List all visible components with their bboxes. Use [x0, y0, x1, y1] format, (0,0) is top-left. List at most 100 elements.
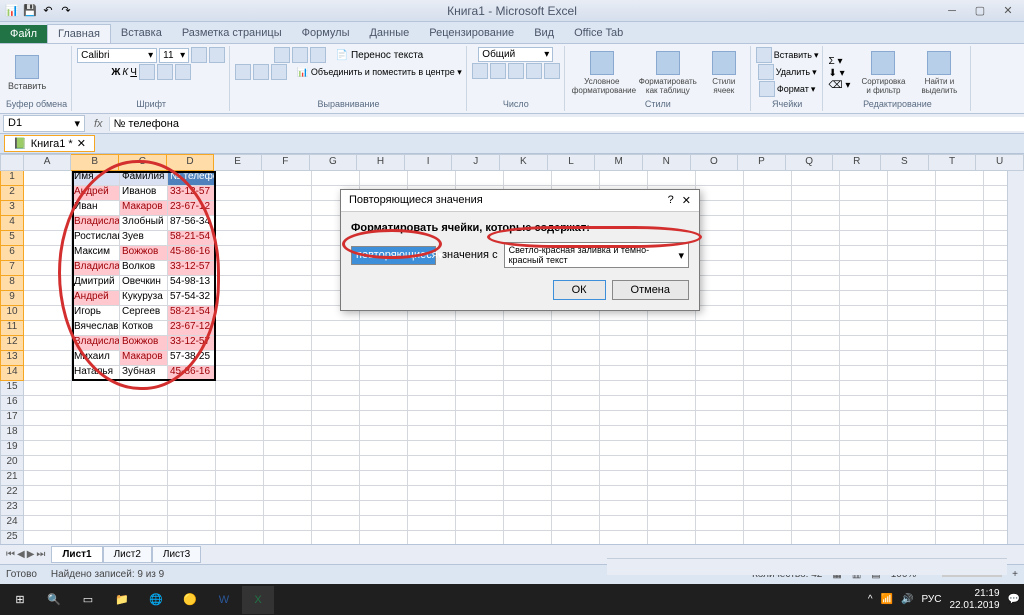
row-header-18[interactable]: 18 [0, 426, 24, 441]
cell-C23[interactable] [120, 501, 168, 516]
cell-R3[interactable] [840, 201, 888, 216]
cell-T21[interactable] [936, 471, 984, 486]
merge-button[interactable]: 📊 Объединить и поместить в центре ▾ [297, 67, 462, 78]
cell-K21[interactable] [504, 471, 552, 486]
cell-P16[interactable] [744, 396, 792, 411]
cell-R2[interactable] [840, 186, 888, 201]
cell-G16[interactable] [312, 396, 360, 411]
sheet-nav-first-icon[interactable]: ⏮ [6, 549, 15, 560]
cell-N18[interactable] [648, 426, 696, 441]
cell-K16[interactable] [504, 396, 552, 411]
cell-T24[interactable] [936, 516, 984, 531]
cell-Q5[interactable] [792, 231, 840, 246]
cell-C24[interactable] [120, 516, 168, 531]
save-icon[interactable]: 💾 [22, 3, 38, 19]
cell-P20[interactable] [744, 456, 792, 471]
cell-C20[interactable] [120, 456, 168, 471]
cell-F9[interactable] [264, 291, 312, 306]
cell-Q16[interactable] [792, 396, 840, 411]
col-header-A[interactable]: A [24, 154, 72, 171]
cell-R9[interactable] [840, 291, 888, 306]
cell-R23[interactable] [840, 501, 888, 516]
cell-D3[interactable]: 23-67-12 [168, 201, 216, 216]
cell-B24[interactable] [72, 516, 120, 531]
dialog-help-icon[interactable]: ? [668, 194, 674, 207]
autosum-button[interactable]: Σ ▾ [828, 56, 850, 67]
align-middle-icon[interactable] [292, 47, 308, 63]
cell-T23[interactable] [936, 501, 984, 516]
cell-D12[interactable]: 33-12-57 [168, 336, 216, 351]
cell-K1[interactable] [504, 171, 552, 186]
cell-K11[interactable] [504, 321, 552, 336]
cell-H24[interactable] [360, 516, 408, 531]
cell-B16[interactable] [72, 396, 120, 411]
menu-tab-6[interactable]: Вид [524, 24, 564, 43]
cell-R11[interactable] [840, 321, 888, 336]
cell-P19[interactable] [744, 441, 792, 456]
cell-C21[interactable] [120, 471, 168, 486]
cell-C8[interactable]: Овечкин [120, 276, 168, 291]
cell-H17[interactable] [360, 411, 408, 426]
cell-S3[interactable] [888, 201, 936, 216]
cell-T2[interactable] [936, 186, 984, 201]
sheet-tab-Лист3[interactable]: Лист3 [152, 546, 201, 563]
cell-T13[interactable] [936, 351, 984, 366]
cell-C25[interactable] [120, 531, 168, 544]
cell-P23[interactable] [744, 501, 792, 516]
row-header-6[interactable]: 6 [0, 246, 24, 261]
cell-T18[interactable] [936, 426, 984, 441]
cell-S17[interactable] [888, 411, 936, 426]
language-indicator[interactable]: РУС [921, 594, 941, 605]
cell-G13[interactable] [312, 351, 360, 366]
cell-G22[interactable] [312, 486, 360, 501]
cell-S19[interactable] [888, 441, 936, 456]
row-header-9[interactable]: 9 [0, 291, 24, 306]
cell-O19[interactable] [696, 441, 744, 456]
cell-S21[interactable] [888, 471, 936, 486]
cell-D25[interactable] [168, 531, 216, 544]
cell-K14[interactable] [504, 366, 552, 381]
cell-O18[interactable] [696, 426, 744, 441]
cell-M17[interactable] [600, 411, 648, 426]
cell-I1[interactable] [408, 171, 456, 186]
network-icon[interactable]: 📶 [881, 594, 893, 605]
cell-B10[interactable]: Игорь [72, 306, 120, 321]
cell-N24[interactable] [648, 516, 696, 531]
row-header-10[interactable]: 10 [0, 306, 24, 321]
cell-D11[interactable]: 23-67-12 [168, 321, 216, 336]
cell-L12[interactable] [552, 336, 600, 351]
inc-decimal-icon[interactable] [526, 63, 542, 79]
row-header-12[interactable]: 12 [0, 336, 24, 351]
cell-L22[interactable] [552, 486, 600, 501]
cell-F20[interactable] [264, 456, 312, 471]
cell-T8[interactable] [936, 276, 984, 291]
cell-S11[interactable] [888, 321, 936, 336]
cell-T5[interactable] [936, 231, 984, 246]
cell-B22[interactable] [72, 486, 120, 501]
cell-S12[interactable] [888, 336, 936, 351]
cell-P17[interactable] [744, 411, 792, 426]
cell-N1[interactable] [648, 171, 696, 186]
cell-A11[interactable] [24, 321, 72, 336]
cell-K18[interactable] [504, 426, 552, 441]
cell-R7[interactable] [840, 261, 888, 276]
cell-Q1[interactable] [792, 171, 840, 186]
cell-H25[interactable] [360, 531, 408, 544]
cell-I14[interactable] [408, 366, 456, 381]
close-button[interactable]: ✕ [994, 2, 1022, 20]
cell-F12[interactable] [264, 336, 312, 351]
cell-O24[interactable] [696, 516, 744, 531]
cell-D23[interactable] [168, 501, 216, 516]
cell-C2[interactable]: Иванов [120, 186, 168, 201]
cell-B19[interactable] [72, 441, 120, 456]
cell-G14[interactable] [312, 366, 360, 381]
cell-S5[interactable] [888, 231, 936, 246]
cell-P8[interactable] [744, 276, 792, 291]
cell-B12[interactable]: Владислав [72, 336, 120, 351]
cell-K20[interactable] [504, 456, 552, 471]
cell-L24[interactable] [552, 516, 600, 531]
row-header-22[interactable]: 22 [0, 486, 24, 501]
cell-E20[interactable] [216, 456, 264, 471]
cell-B4[interactable]: Владислав [72, 216, 120, 231]
row-header-24[interactable]: 24 [0, 516, 24, 531]
